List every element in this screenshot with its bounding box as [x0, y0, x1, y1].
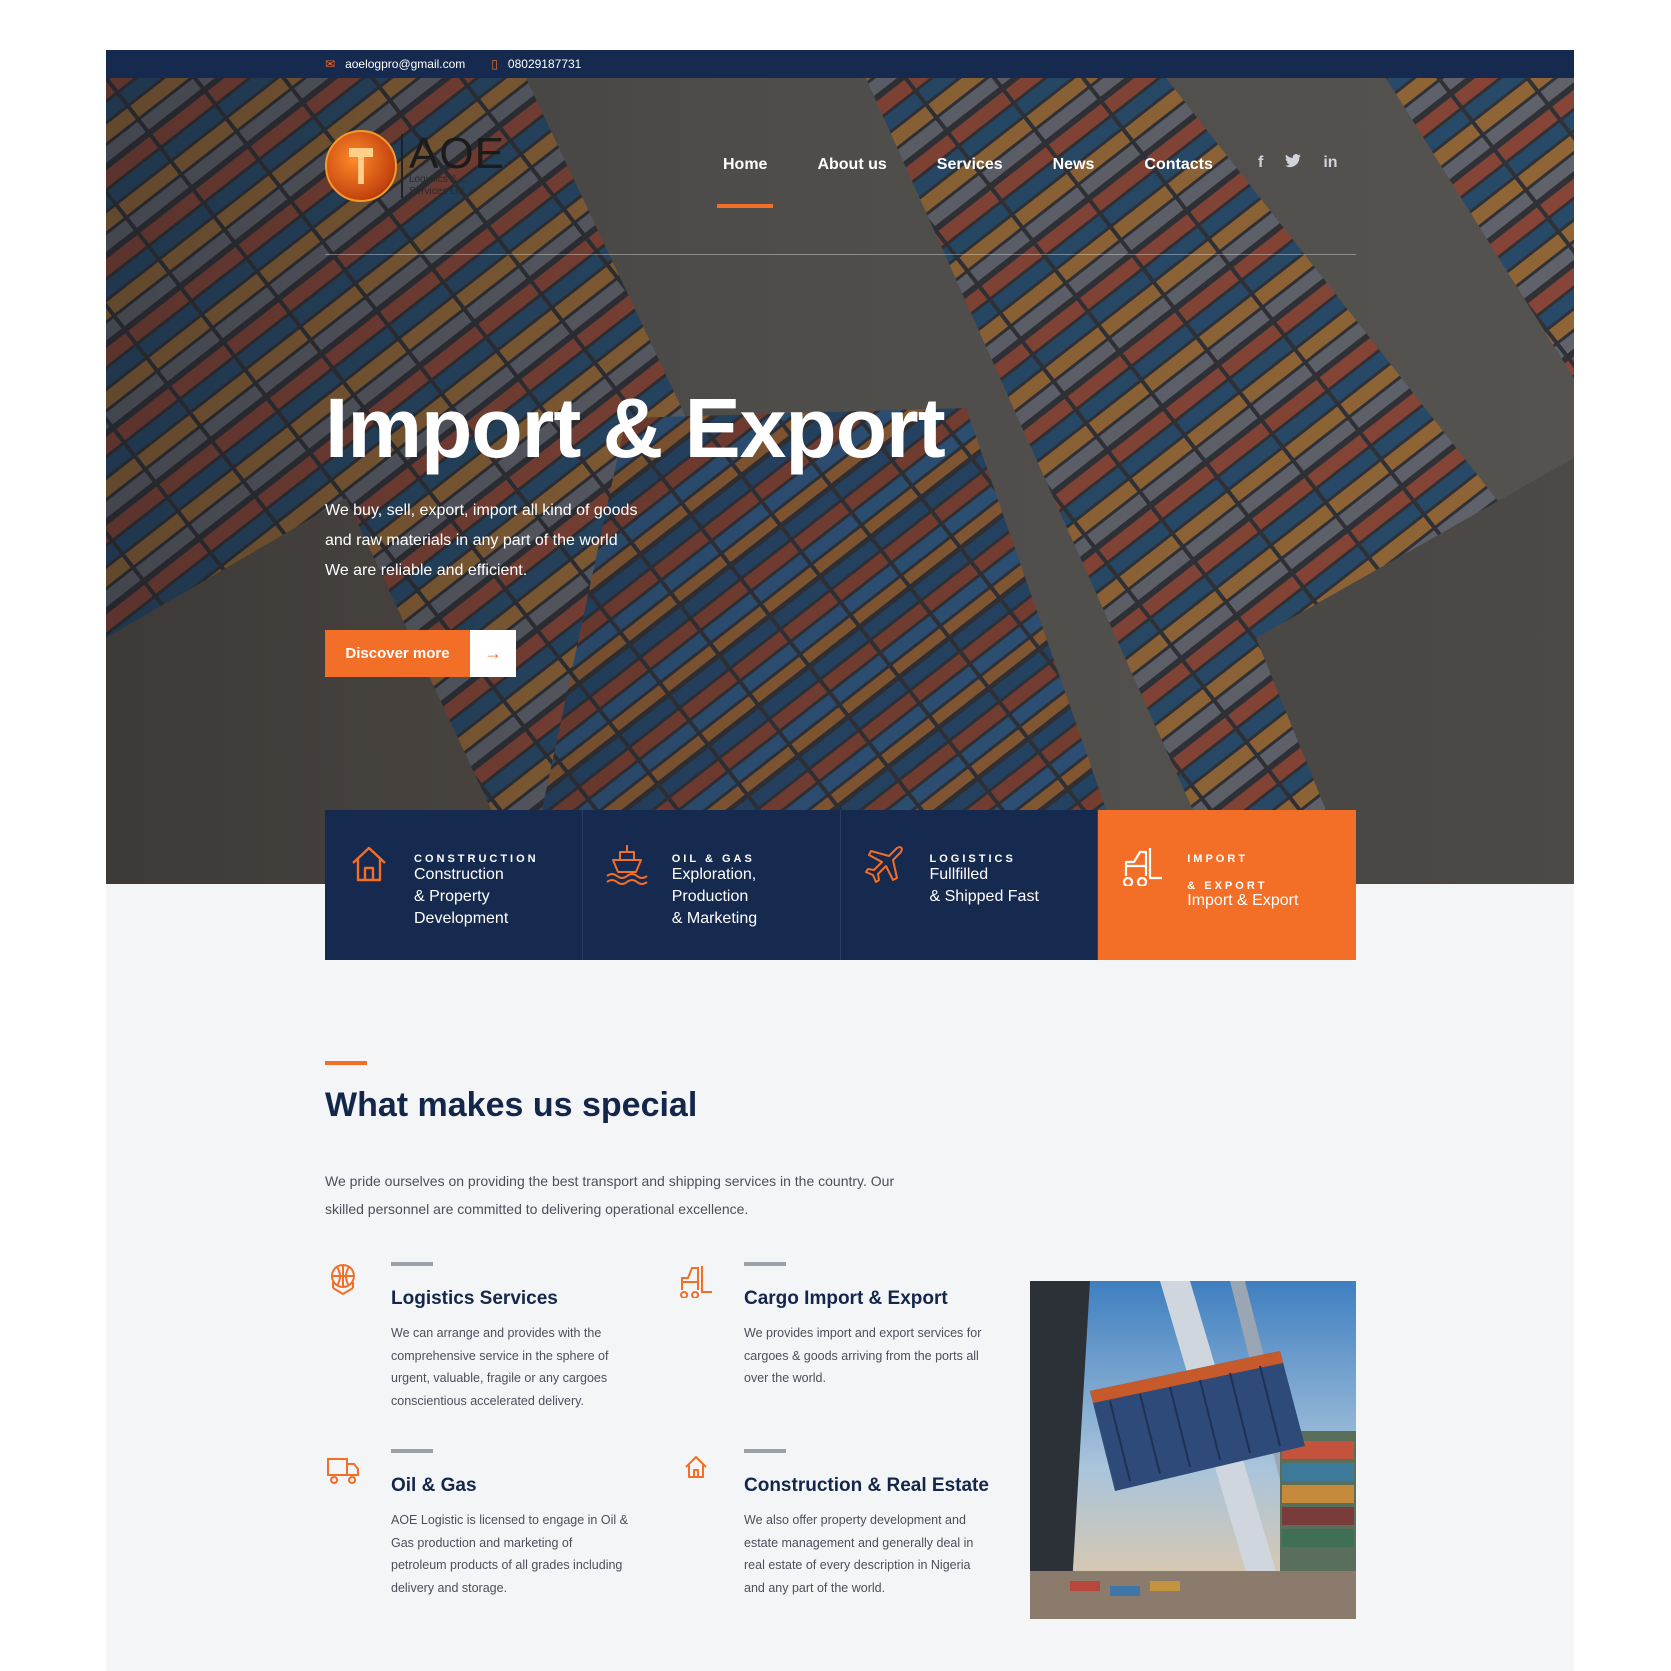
globe-box-icon	[330, 1264, 355, 1296]
nav-divider	[325, 254, 1356, 255]
truck-icon	[327, 1458, 359, 1484]
service-divider	[744, 1262, 786, 1266]
phone-text: 08029187731	[507, 57, 582, 71]
house-icon	[352, 846, 386, 882]
special-text: We pride ourselves on providing the best…	[325, 1173, 895, 1217]
cargo-crane-photo	[1030, 1281, 1356, 1619]
feature-desc: Import & Export	[1187, 892, 1299, 909]
company-logo[interactable]: AOE Logistics & ... Services Ltd	[325, 130, 505, 202]
feature-logistics[interactable]: LOGISTICS Fullfilled & Shipped Fast	[840, 810, 1099, 960]
logo-emblem-icon	[325, 130, 397, 202]
email-contact[interactable]: ✉ aoelogpro@gmail.com	[325, 57, 465, 71]
section-accent-bar	[325, 1061, 367, 1065]
facebook-icon[interactable]: f	[1258, 154, 1263, 173]
linkedin-icon[interactable]: in	[1323, 154, 1337, 173]
service-desc: AOE Logistic is licensed to engage in Oi…	[391, 1513, 628, 1595]
nav-about[interactable]: About us	[817, 156, 886, 174]
service-divider	[744, 1449, 786, 1453]
service-desc: We provides import and export services f…	[744, 1326, 982, 1385]
discover-more-button[interactable]: Discover more →	[325, 630, 516, 677]
feature-construction[interactable]: CONSTRUCTION Construction & Property Devel…	[325, 810, 583, 960]
main-nav: Home About us Services News Contacts	[716, 156, 1213, 208]
hero-line-1: We buy, sell, export, import all kind of…	[325, 502, 638, 519]
service-title: Cargo Import & Export	[744, 1288, 948, 1309]
envelope-icon: ✉	[325, 57, 336, 71]
nav-home[interactable]: Home	[716, 156, 774, 208]
phone-icon: ▯	[491, 57, 498, 71]
feature-desc: Construction & Property Development	[414, 866, 509, 927]
twitter-icon[interactable]	[1285, 154, 1302, 173]
nav-news[interactable]: News	[1053, 156, 1095, 174]
social-links: f in	[1258, 154, 1338, 173]
email-text: aoelogpro@gmail.com	[345, 57, 466, 71]
arrow-right-icon: →	[470, 630, 516, 677]
discover-more-label: Discover more	[325, 630, 470, 677]
hero-section: AOE Logistics & ... Services Ltd Home Ab…	[106, 78, 1574, 884]
hero-title: Import & Export	[325, 381, 946, 475]
service-desc: We also offer property development and e…	[744, 1513, 974, 1595]
service-title: Oil & Gas	[391, 1475, 477, 1496]
service-title: Logistics Services	[391, 1288, 558, 1309]
service-divider	[391, 1262, 433, 1266]
feature-oil-gas[interactable]: OIL & GAS Exploration, Production & Market…	[582, 810, 841, 960]
feature-strip: CONSTRUCTION Construction & Property Devel…	[325, 810, 1356, 960]
phone-contact[interactable]: ▯ 08029187731	[491, 57, 581, 71]
nav-contacts[interactable]: Contacts	[1144, 156, 1212, 174]
page-frame: ✉ aoelogpro@gmail.com ▯ 08029187731 AOE …	[106, 50, 1574, 1671]
airplane-icon	[864, 846, 903, 883]
service-divider	[391, 1449, 433, 1453]
feature-desc: Fullfilled & Shipped Fast	[929, 866, 1039, 905]
ship-icon	[606, 845, 648, 885]
feature-desc: Exploration, Production & Marketing	[671, 866, 758, 927]
forklift-icon	[680, 1266, 712, 1298]
hero-line-3: We are reliable and efficient.	[325, 562, 528, 579]
service-desc: We can arrange and provides with the com…	[391, 1326, 609, 1408]
top-contact-bar: ✉ aoelogpro@gmail.com ▯ 08029187731	[106, 50, 1574, 78]
special-title: What makes us special	[325, 1086, 698, 1124]
feature-import-export[interactable]: IMPORT & EXPORT Import & Export	[1098, 810, 1356, 960]
logo-tagline-2: Services Ltd	[409, 186, 465, 197]
hero-subtitle: We buy, sell, export, import all kind of…	[325, 496, 705, 586]
nav-services[interactable]: Services	[937, 156, 1003, 174]
logo-name: AOE	[409, 129, 505, 178]
house-icon	[685, 1456, 707, 1478]
hero-line-2: and raw materials in any part of the wor…	[325, 532, 618, 549]
forklift-icon	[1123, 848, 1163, 886]
service-title: Construction & Real Estate	[744, 1475, 989, 1496]
